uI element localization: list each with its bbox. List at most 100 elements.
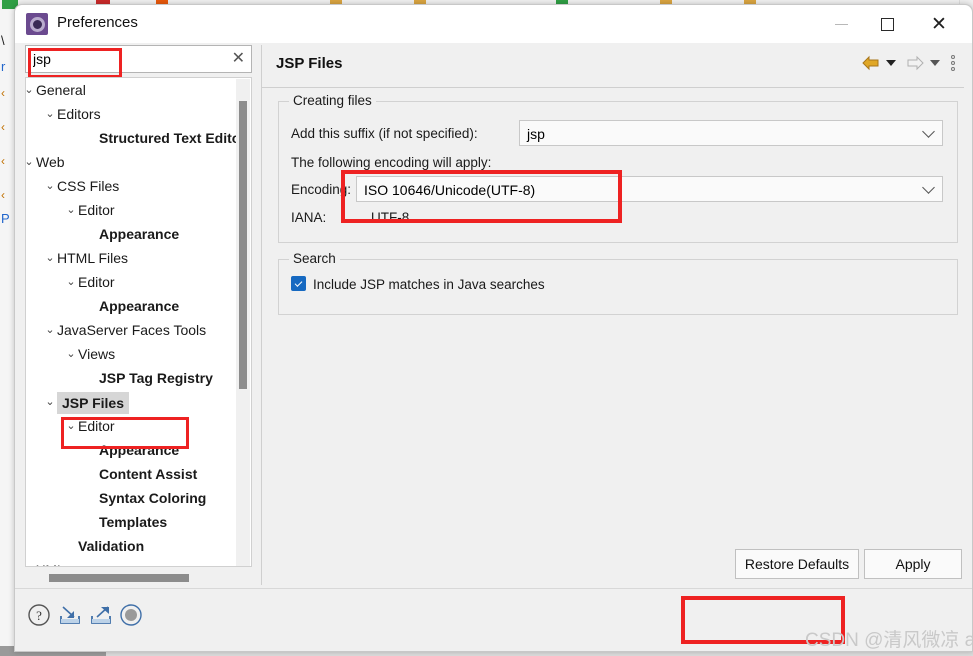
tree-item-label: Editors	[57, 106, 101, 122]
record-icon[interactable]	[119, 603, 143, 630]
tree-item-html-files[interactable]: ⌄ HTML Files	[26, 246, 231, 270]
tree-item-jsp-files[interactable]: ⌄ JSP Files	[26, 390, 231, 414]
back-arrow-icon[interactable]	[861, 55, 881, 71]
eclipse-preferences-icon	[26, 13, 48, 35]
chevron-down-icon[interactable]: ⌄	[43, 174, 57, 198]
include-jsp-matches-checkbox[interactable]	[291, 276, 306, 291]
chevron-down-icon[interactable]: ⌄	[26, 78, 36, 102]
check-icon	[294, 278, 303, 287]
tree-item-label: Web	[36, 154, 65, 170]
tree-item-javaserver-faces-tools[interactable]: ⌄ JavaServer Faces Tools	[26, 318, 231, 342]
tree-item-xml[interactable]: ⌄XML	[26, 558, 231, 566]
chevron-down-icon	[922, 181, 935, 194]
tree-item-syntax-coloring[interactable]: Syntax Coloring	[26, 486, 231, 510]
tree-item-css-files[interactable]: ⌄ CSS Files	[26, 174, 231, 198]
preferences-tree[interactable]: ⌄ General ⌄ Editors Structured Text Editor ⌄ W…	[25, 77, 252, 567]
iana-label: IANA:	[291, 210, 327, 225]
back-dropdown-chevron-down-icon[interactable]	[886, 60, 896, 66]
filter-search-box[interactable]: ✕	[25, 45, 252, 73]
tree-item-appearance[interactable]: Appearance	[26, 294, 231, 318]
chevron-down-icon[interactable]: ⌄	[64, 198, 78, 222]
tree-item-label: Appearance	[99, 442, 180, 458]
tree-item-label: XML	[36, 558, 65, 566]
encoding-note: The following encoding will apply:	[291, 155, 492, 170]
chevron-down-icon[interactable]: ⌄	[43, 318, 57, 342]
tree-horizontal-scrollbar[interactable]	[25, 571, 252, 585]
page-title: JSP Files	[276, 55, 343, 72]
tree-item-label: Editor	[78, 418, 115, 434]
dialog-titlebar: Preferences ✕	[15, 5, 972, 43]
suffix-label: Add this suffix (if not specified):	[291, 126, 478, 141]
chevron-down-icon[interactable]: ⌄	[64, 270, 78, 294]
tree-item-content-assist[interactable]: Content Assist	[26, 462, 231, 486]
tree-item-label: Content Assist	[99, 466, 198, 482]
preferences-left-pane: ✕ ⌄General⌄EditorsStructured Text Editor…	[25, 45, 252, 585]
help-question-icon[interactable]: ?	[27, 603, 51, 630]
tree-item-general[interactable]: ⌄ General	[26, 78, 231, 102]
search-input[interactable]	[31, 46, 221, 72]
chevron-down-icon[interactable]: ⌄	[43, 390, 57, 414]
chevron-down-icon[interactable]: ⌄	[43, 246, 57, 270]
encoding-label: Encoding:	[291, 182, 352, 197]
tree-item-views[interactable]: ⌄ Views	[26, 342, 231, 366]
tree-item-editor[interactable]: ⌄ Editor	[26, 270, 231, 294]
chevron-down-icon[interactable]: ⌄	[26, 150, 36, 174]
tree-item-label: JavaServer Faces Tools	[57, 322, 207, 338]
tree-item-label: Editor	[78, 274, 115, 290]
tree-item-templates[interactable]: Templates	[26, 510, 231, 534]
tree-item-label: Appearance	[99, 298, 180, 314]
chevron-down-icon[interactable]: ⌄	[64, 414, 78, 438]
tree-item-editor[interactable]: ⌄ Editor	[26, 198, 231, 222]
tree-horizontal-scrollbar-thumb[interactable]	[49, 574, 189, 582]
view-menu-icon[interactable]	[951, 55, 955, 71]
tree-item-appearance[interactable]: Appearance	[26, 438, 231, 462]
dialog-footer: ? Apply and Close	[15, 589, 972, 651]
forward-dropdown-chevron-down-icon[interactable]	[930, 60, 940, 66]
preferences-right-pane: JSP Files Creating files Add this suffix…	[261, 45, 964, 585]
tree-item-label: Validation	[78, 538, 145, 554]
tree-item-jsp-tag-registry[interactable]: JSP Tag Registry	[26, 366, 231, 390]
export-icon[interactable]	[88, 603, 114, 630]
minimize-button[interactable]	[818, 5, 864, 43]
suffix-value: jsp	[527, 126, 545, 142]
close-button[interactable]: ✕	[916, 5, 962, 43]
title-separator	[262, 87, 964, 88]
close-icon: ✕	[931, 13, 947, 35]
apply-button[interactable]: Apply	[864, 549, 962, 579]
creating-files-group: Creating files Add this suffix (if not s…	[278, 93, 958, 243]
tree-item-editors[interactable]: ⌄ Editors	[26, 102, 231, 126]
preferences-dialog: Preferences ✕ ✕ ⌄General⌄EditorsStructur…	[14, 4, 973, 652]
search-group-legend: Search	[289, 251, 340, 266]
chevron-down-icon[interactable]: ⌄	[43, 102, 57, 126]
iana-value: UTF-8	[371, 210, 410, 225]
maximize-button[interactable]	[864, 5, 910, 43]
tree-item-label: JSP Tag Registry	[99, 370, 213, 386]
tree-item-label: Views	[78, 346, 116, 362]
tree-item-validation[interactable]: Validation	[26, 534, 231, 558]
chevron-down-icon[interactable]: ⌄	[64, 342, 78, 366]
tree-item-web[interactable]: ⌄ Web	[26, 150, 231, 174]
encoding-combobox[interactable]: ISO 10646/Unicode(UTF-8)	[356, 176, 943, 202]
chevron-down-icon	[922, 125, 935, 138]
tree-item-appearance[interactable]: Appearance	[26, 222, 231, 246]
tree-item-label: Structured Text Editor	[99, 130, 246, 146]
window-title: Preferences	[57, 14, 138, 31]
tree-item-label: Editor	[78, 202, 115, 218]
tree-item-structured-text-editor[interactable]: Structured Text Editor	[26, 126, 246, 150]
tree-item-label: Templates	[99, 514, 168, 530]
tree-item-label: General	[36, 82, 86, 98]
svg-text:?: ?	[36, 608, 42, 623]
clear-search-icon[interactable]: ✕	[232, 50, 245, 68]
chevron-down-icon[interactable]: ⌄	[26, 558, 36, 566]
tree-vertical-scrollbar-thumb[interactable]	[239, 101, 247, 389]
import-icon[interactable]	[57, 603, 83, 630]
tree-item-label: Syntax Coloring	[99, 490, 207, 506]
restore-defaults-button[interactable]: Restore Defaults	[735, 549, 859, 579]
suffix-combobox[interactable]: jsp	[519, 120, 943, 146]
tree-item-label: JSP Files	[57, 392, 130, 414]
forward-arrow-icon	[905, 55, 925, 71]
tree-item-editor[interactable]: ⌄ Editor	[26, 414, 231, 438]
search-group: Search Include JSP matches in Java searc…	[278, 251, 958, 315]
tree-vertical-scrollbar[interactable]	[236, 79, 250, 566]
tree-item-label: HTML Files	[57, 250, 129, 266]
